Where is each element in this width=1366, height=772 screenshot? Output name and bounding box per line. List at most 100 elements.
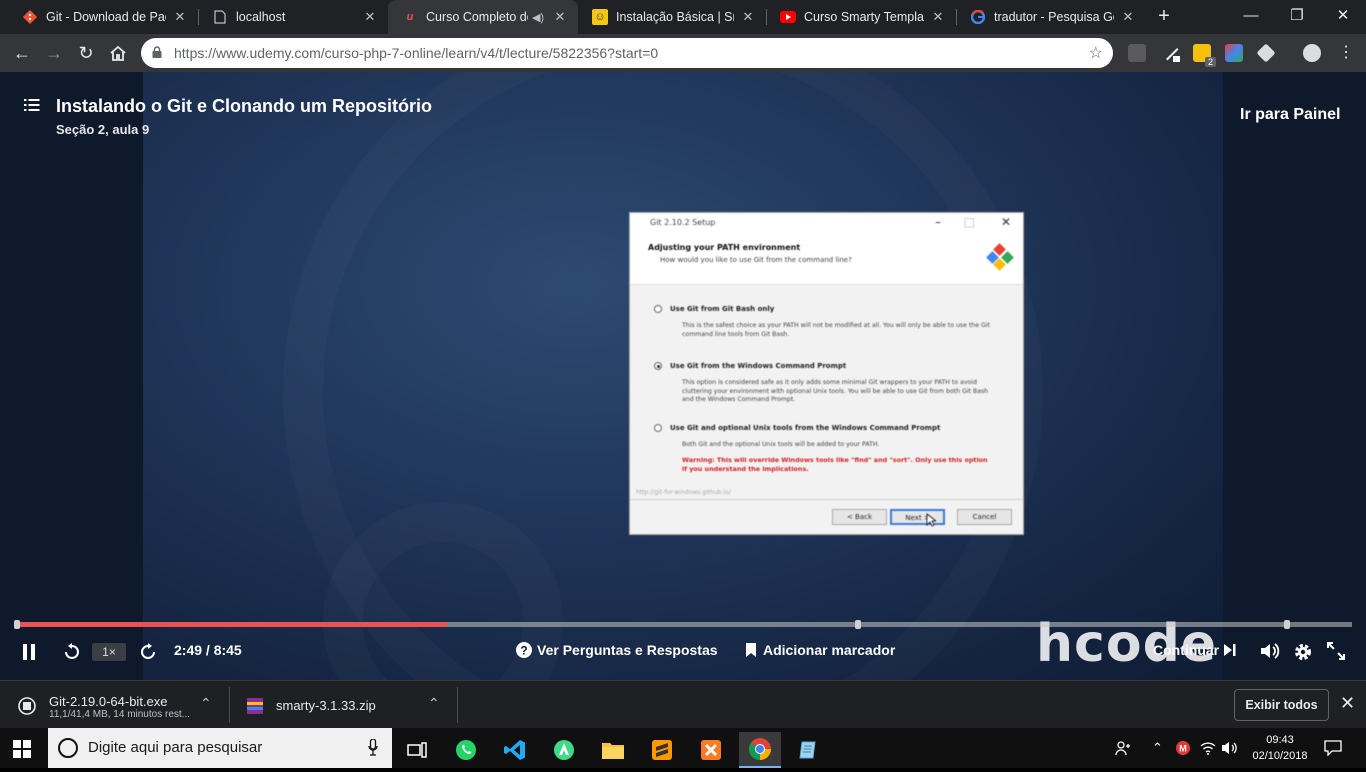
close-window-icon[interactable]: ✕ [1320, 0, 1366, 34]
vscode-icon[interactable] [494, 732, 536, 768]
dialog-titlebar: Git 2.10.2 Setup – □ ✕ [630, 213, 1023, 233]
tab-youtube-smarty[interactable]: Curso Smarty Template ✕ [766, 0, 956, 34]
continue-button[interactable]: Continuar [1153, 642, 1236, 658]
volume-icon[interactable] [1222, 728, 1240, 768]
dialog-cancel-button: Cancel [957, 509, 1012, 525]
notifications-icon[interactable] [1324, 728, 1342, 768]
dialog-footnote: http://git-for-windows.github.io/ [636, 489, 731, 496]
gmail-tray-icon[interactable]: M [1176, 728, 1190, 768]
go-to-dashboard-link[interactable]: Ir para Painel [1240, 106, 1341, 124]
close-icon[interactable]: ✕ [552, 9, 568, 25]
sublime-text-icon[interactable] [641, 732, 683, 768]
close-icon[interactable]: ✕ [1120, 9, 1136, 25]
video-player[interactable]: Git 2.10.2 Setup – □ ✕ Adjusting your PA… [0, 72, 1366, 680]
expand-icon [1327, 642, 1345, 660]
wifi-icon[interactable] [1200, 728, 1216, 768]
pdf-extension-icon[interactable] [1128, 44, 1146, 62]
youtube-favicon [780, 9, 796, 25]
installer-file-icon [18, 697, 36, 715]
pen-extension-icon[interactable] [1163, 44, 1181, 62]
rewind-icon [65, 643, 79, 659]
archive-file-icon [247, 698, 263, 714]
divider [457, 687, 458, 723]
restore-icon[interactable]: ❐ [1274, 0, 1320, 34]
windows-taskbar: Digite aqui para pesquisar ⌃ M 09:43 02/… [0, 728, 1366, 768]
cortana-icon [58, 738, 78, 758]
chevron-up-icon[interactable]: ⌃ [200, 695, 212, 712]
new-tab-button[interactable]: + [1152, 6, 1176, 28]
radio-option-unix-tools: Use Git and optional Unix tools from the… [654, 424, 940, 432]
fullscreen-button[interactable] [1327, 642, 1345, 660]
chevron-up-icon[interactable]: ⌃ [428, 695, 440, 712]
playback-speed-button[interactable]: 1× [92, 643, 126, 661]
pause-button[interactable] [22, 644, 36, 660]
microphone-icon[interactable] [368, 739, 378, 756]
tab-udemy-course[interactable]: u Curso Completo de ◀) ✕ [388, 0, 578, 34]
chrome-icon[interactable] [739, 732, 781, 768]
qa-button[interactable]: ? Ver Perguntas e Respostas [516, 642, 718, 658]
chevron-up-icon[interactable]: ⌃ [1152, 728, 1163, 768]
svg-text:?: ? [520, 644, 527, 658]
minimize-icon: – [935, 215, 941, 229]
profile-avatar[interactable] [1303, 44, 1321, 62]
dialog-window-title: Git 2.10.2 Setup [650, 218, 716, 227]
system-clock[interactable]: 09:43 02/10/2018 [1250, 732, 1310, 764]
android-studio-icon[interactable] [543, 732, 585, 768]
bookmark-star-icon[interactable]: ☆ [1089, 43, 1103, 63]
tab-smarty-install[interactable]: ☺ Instalação Básica | Smar ✕ [578, 0, 766, 34]
divider [630, 499, 1023, 500]
taskbar-search-box[interactable]: Digite aqui para pesquisar [48, 728, 392, 768]
download-item[interactable]: smarty-3.1.33.zip ⌃ [230, 681, 456, 729]
address-bar[interactable]: https://www.udemy.com/curso-php-7-online… [141, 38, 1113, 68]
smarty-favicon: ☺ [592, 9, 608, 25]
cube-extension-icon[interactable] [1256, 43, 1276, 63]
rewind-button[interactable] [64, 643, 80, 661]
forward-arrow-icon[interactable]: → [42, 41, 66, 65]
close-icon[interactable]: ✕ [740, 9, 756, 25]
home-icon[interactable] [106, 41, 130, 65]
more-menu-icon[interactable]: ⋮ [1334, 41, 1358, 65]
browser-tab-strip: Git - Download de Paco ✕ localhost ✕ u C… [0, 0, 1366, 34]
tab-google-search[interactable]: tradutor - Pesquisa Goo ✕ [956, 0, 1146, 34]
progress-fill [17, 622, 447, 627]
video-progress-bar[interactable] [14, 620, 1352, 629]
image-extension-icon[interactable] [1225, 44, 1243, 62]
file-explorer-icon[interactable] [592, 732, 634, 768]
task-view-icon[interactable] [396, 732, 438, 768]
tab-localhost[interactable]: localhost ✕ [198, 0, 388, 34]
close-icon[interactable]: ✕ [930, 9, 946, 25]
back-arrow-icon[interactable]: ← [10, 41, 34, 65]
download-item[interactable]: Git-2.19.0-64-bit.exe 11,1/41,4 MB, 14 m… [0, 681, 228, 729]
video-frame[interactable]: Git 2.10.2 Setup – □ ✕ Adjusting your PA… [143, 72, 1223, 680]
download-extension-icon[interactable]: 2 [1193, 44, 1216, 67]
minimize-icon[interactable]: — [1228, 0, 1274, 34]
settings-button[interactable] [1293, 642, 1313, 662]
add-bookmark-button[interactable]: Adicionar marcador [746, 642, 895, 658]
notepad-icon[interactable] [788, 732, 830, 768]
gear-icon [1295, 644, 1311, 660]
tab-git-download[interactable]: Git - Download de Paco ✕ [8, 0, 198, 34]
chapter-marker[interactable] [855, 620, 861, 629]
close-downloads-icon[interactable]: ✕ [1340, 693, 1355, 714]
extension-badge: 2 [1204, 57, 1216, 67]
chapter-marker[interactable] [1284, 620, 1290, 629]
forward-button[interactable] [140, 643, 156, 661]
close-icon[interactable]: ✕ [362, 9, 378, 25]
curriculum-list-icon[interactable] [24, 98, 40, 112]
people-icon[interactable] [1115, 728, 1131, 768]
time-display: 2:49 / 8:45 [174, 642, 242, 658]
svg-text:M: M [1179, 744, 1187, 754]
whatsapp-icon[interactable] [445, 732, 487, 768]
option-description: This is the safest choice as your PATH w… [682, 322, 990, 338]
close-icon[interactable]: ✕ [172, 9, 188, 25]
udemy-favicon: u [406, 11, 414, 23]
chapter-marker[interactable] [14, 620, 20, 629]
pause-icon [23, 644, 35, 660]
reload-icon[interactable]: ↻ [74, 41, 98, 65]
windows-start-icon[interactable] [13, 740, 31, 758]
git-setup-dialog: Git 2.10.2 Setup – □ ✕ Adjusting your PA… [629, 212, 1024, 535]
show-all-downloads-button[interactable]: Exibir todos [1234, 689, 1329, 721]
volume-button[interactable] [1261, 642, 1281, 660]
xampp-icon[interactable] [690, 732, 732, 768]
option-description: This option is considered safe as it onl… [682, 379, 989, 403]
